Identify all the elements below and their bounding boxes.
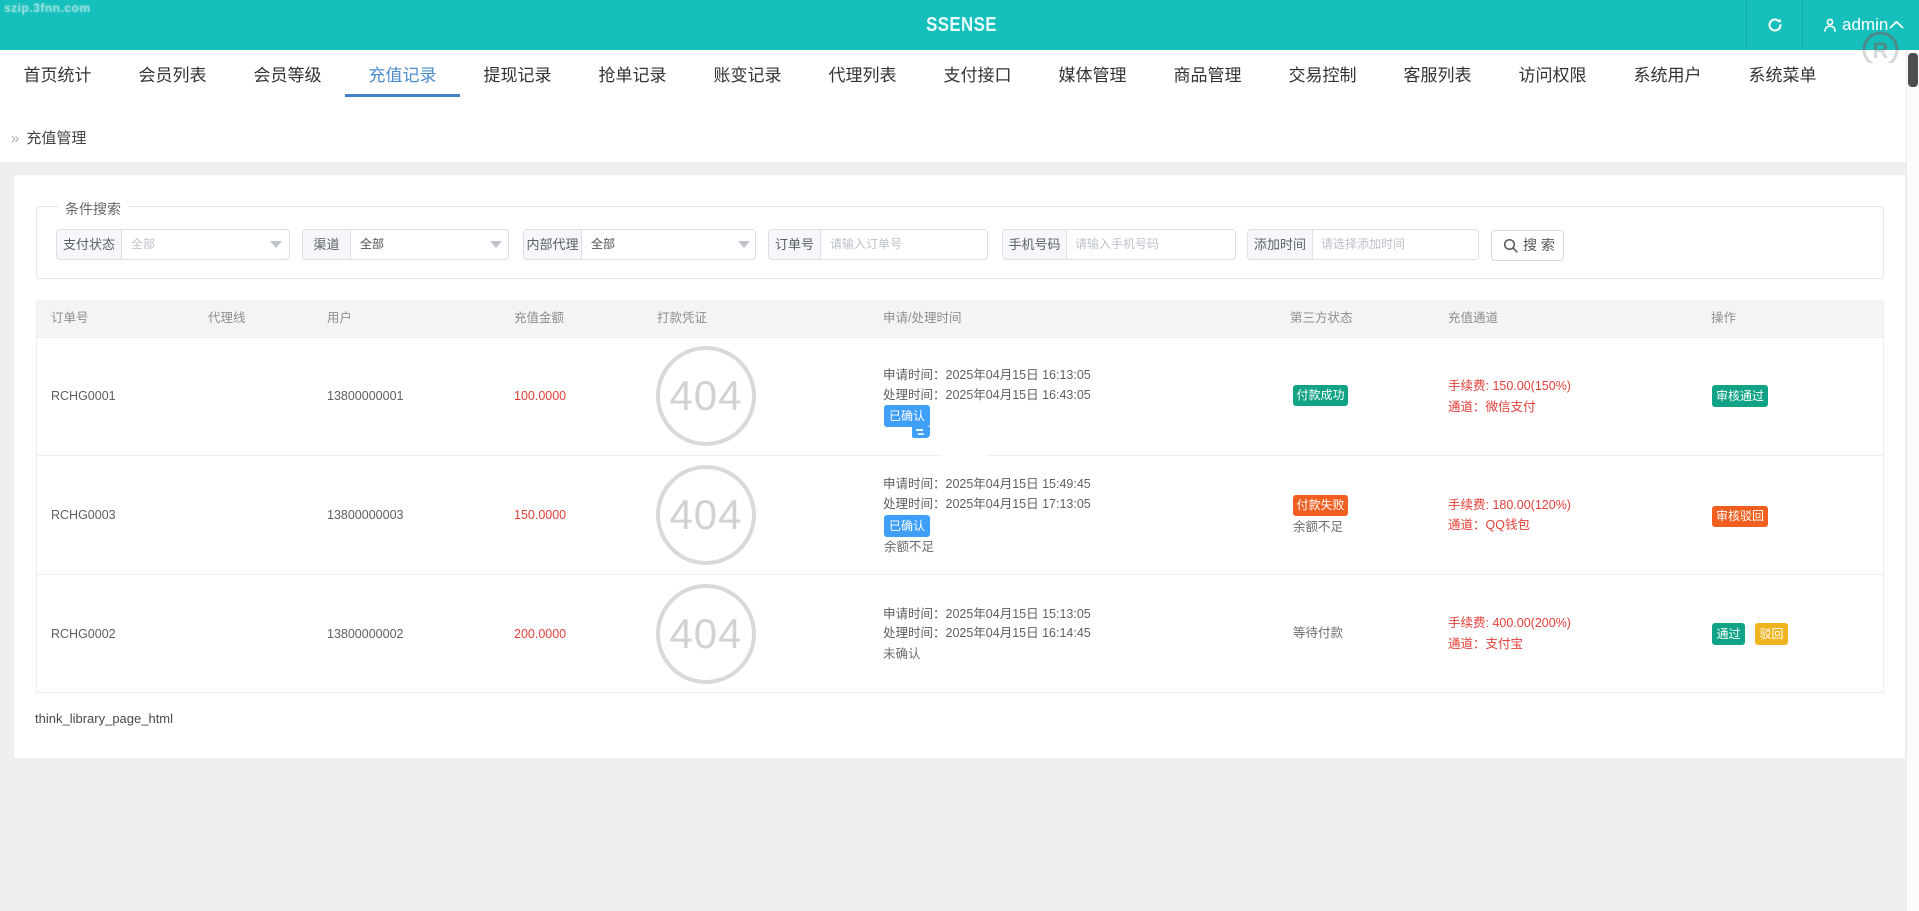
svg-text:R: R [1873, 50, 1889, 63]
svg-text:R: R [1873, 38, 1889, 50]
